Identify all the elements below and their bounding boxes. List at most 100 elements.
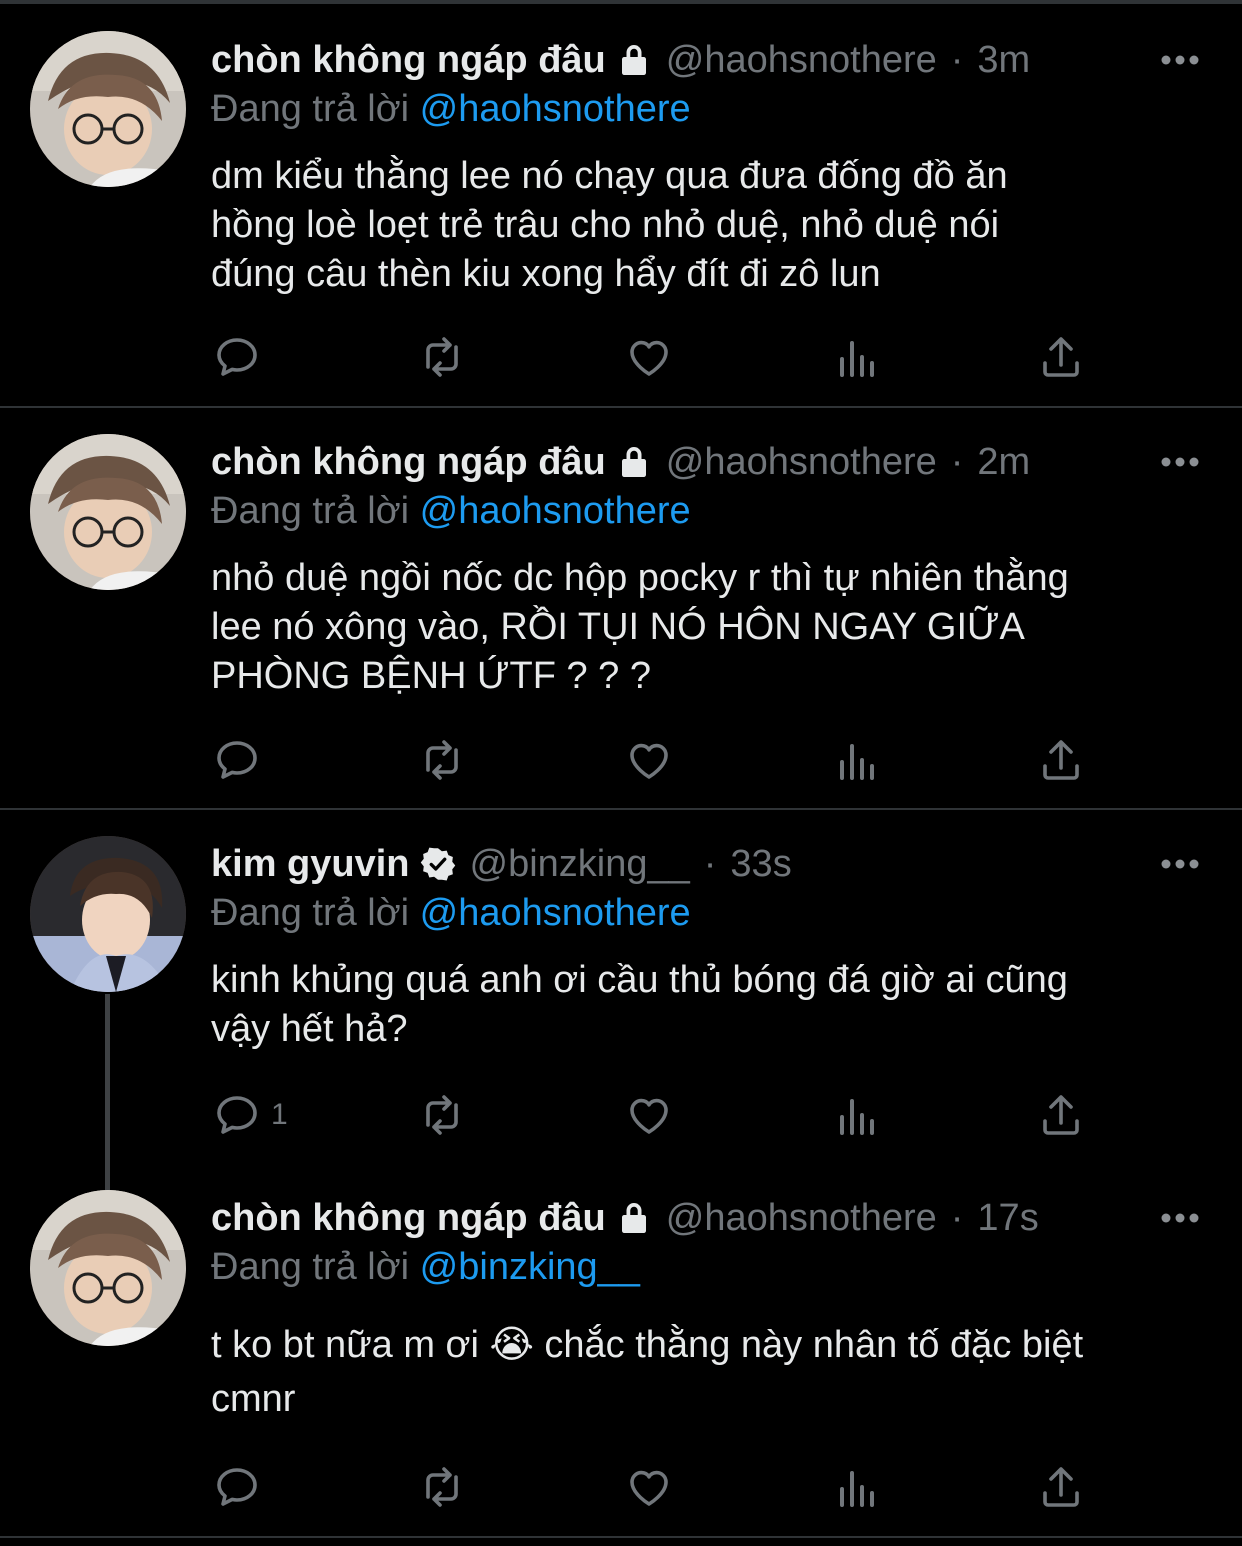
replying-to: Đang trả lời @binzking__: [211, 1246, 640, 1289]
more-button[interactable]: [1158, 35, 1202, 85]
heart-icon: [630, 1470, 668, 1506]
reply-button[interactable]: [213, 733, 261, 787]
replying-prefix: Đang trả lời: [211, 88, 410, 130]
tweet-2[interactable]: chòn không ngáp đâu @haohsnothere · 2m Đ…: [0, 408, 1242, 810]
tweet-text: dm kiểu thằng lee nó chạy qua đưa đống đ…: [211, 152, 1211, 299]
like-button[interactable]: [625, 1460, 673, 1514]
more-button[interactable]: [1158, 839, 1202, 889]
avatar[interactable]: [30, 31, 186, 187]
retweet-button[interactable]: [418, 1088, 466, 1142]
analytics-icon: [840, 1099, 874, 1135]
user-handle[interactable]: @haohsnothere: [666, 1197, 937, 1240]
like-button[interactable]: [625, 733, 673, 787]
retweet-icon: [426, 337, 458, 377]
avatar[interactable]: [30, 836, 186, 992]
analytics-icon: [840, 1471, 874, 1507]
like-button[interactable]: [625, 1088, 673, 1142]
retweet-button[interactable]: [418, 330, 466, 384]
tweet-divider: [0, 1536, 1242, 1538]
lock-icon: [614, 442, 654, 482]
more-icon: [1161, 457, 1199, 467]
analytics-button[interactable]: [832, 1088, 880, 1142]
user-handle[interactable]: @binzking__: [470, 843, 690, 886]
analytics-button[interactable]: [832, 733, 880, 787]
replying-to: Đang trả lời @haohsnothere: [211, 892, 691, 935]
tweet-3[interactable]: kim gyuvin @binzking__ · 33s Đang trả lờ…: [0, 810, 1242, 1180]
avatar[interactable]: [30, 434, 186, 590]
analytics-button[interactable]: [832, 330, 880, 384]
reply-button[interactable]: [213, 330, 261, 384]
tweet-text-line: đúng câu thèn kiu xong hẩy đít đi zô lun: [211, 253, 881, 295]
reply-icon: [217, 741, 257, 779]
like-button[interactable]: [625, 330, 673, 384]
display-name[interactable]: kim gyuvin: [211, 843, 410, 886]
avatar-photo-icon: [30, 1190, 186, 1346]
dot-separator: ·: [950, 1196, 964, 1239]
retweet-button[interactable]: [418, 733, 466, 787]
reply-button[interactable]: [213, 1460, 261, 1514]
replying-prefix: Đang trả lời: [211, 1246, 410, 1288]
dot-separator: ·: [950, 440, 964, 483]
retweet-icon: [426, 740, 458, 780]
tweet-text-line: lee nó xông vào, RỒI TỤI NÓ HÔN NGAY GIỮ…: [211, 606, 1025, 648]
analytics-icon: [840, 341, 874, 377]
tweet-text-line: nhỏ duệ ngồi nốc dc hộp pocky r thì tự n…: [211, 557, 1069, 599]
avatar-photo-icon: [30, 434, 186, 590]
more-icon: [1161, 55, 1199, 65]
tweet-4[interactable]: chòn không ngáp đâu @haohsnothere · 17s …: [0, 1180, 1242, 1536]
share-button[interactable]: [1037, 1460, 1085, 1514]
share-button[interactable]: [1037, 1088, 1085, 1142]
mention-link[interactable]: @haohsnothere: [420, 490, 691, 532]
tweet-text-line: cmnr: [211, 1378, 296, 1420]
avatar-photo-icon: [30, 836, 186, 992]
replying-prefix: Đang trả lời: [211, 490, 410, 532]
avatar[interactable]: [30, 1190, 186, 1346]
timestamp[interactable]: 33s: [730, 843, 791, 886]
analytics-button[interactable]: [832, 1460, 880, 1514]
reply-icon: [217, 1468, 257, 1506]
tweet-text-line: vậy hết hả?: [211, 1008, 408, 1050]
share-button[interactable]: [1037, 330, 1085, 384]
tweet-text-line: kinh khủng quá anh ơi cầu thủ bóng đá gi…: [211, 959, 1068, 1001]
tweet-text-line: PHÒNG BỆNH ỨTF ? ? ?: [211, 655, 651, 697]
reply-button[interactable]: 1: [213, 1088, 288, 1142]
tweet-header: kim gyuvin @binzking__ · 33s: [211, 839, 792, 889]
timestamp[interactable]: 17s: [977, 1197, 1038, 1240]
timestamp[interactable]: 3m: [977, 39, 1030, 82]
mention-link[interactable]: @binzking__: [420, 1246, 640, 1288]
display-name[interactable]: chòn không ngáp đâu: [211, 39, 606, 82]
share-icon: [1043, 337, 1079, 377]
action-bar: [0, 733, 1242, 787]
avatar-photo-icon: [30, 31, 186, 187]
retweet-button[interactable]: [418, 1460, 466, 1514]
replying-to: Đang trả lời @haohsnothere: [211, 490, 691, 533]
share-button[interactable]: [1037, 733, 1085, 787]
user-handle[interactable]: @haohsnothere: [666, 39, 937, 82]
retweet-icon: [426, 1095, 458, 1135]
action-bar: [0, 1460, 1242, 1514]
tweet-text-line: dm kiểu thằng lee nó chạy qua đưa đống đ…: [211, 155, 1008, 197]
tweet-text: kinh khủng quá anh ơi cầu thủ bóng đá gi…: [211, 956, 1211, 1054]
tweet-1[interactable]: chòn không ngáp đâu @haohsnothere · 3m Đ…: [0, 0, 1242, 408]
share-icon: [1043, 1095, 1079, 1135]
replying-prefix: Đang trả lời: [211, 892, 410, 934]
tweet-header: chòn không ngáp đâu @haohsnothere · 17s: [211, 1193, 1039, 1243]
dot-separator: ·: [950, 38, 964, 81]
more-icon: [1161, 1213, 1199, 1223]
heart-icon: [630, 743, 668, 779]
analytics-icon: [840, 744, 874, 780]
user-handle[interactable]: @haohsnothere: [666, 441, 937, 484]
action-bar: 1: [0, 1088, 1242, 1142]
mention-link[interactable]: @haohsnothere: [420, 892, 691, 934]
tweet-header: chòn không ngáp đâu @haohsnothere · 3m: [211, 35, 1030, 85]
display-name[interactable]: chòn không ngáp đâu: [211, 1197, 606, 1240]
timestamp[interactable]: 2m: [977, 441, 1030, 484]
tweet-text-line: t ko bt nữa m ơi 😭 chắc thằng này nhân t…: [211, 1324, 1084, 1366]
more-button[interactable]: [1158, 1193, 1202, 1243]
display-name[interactable]: chòn không ngáp đâu: [211, 441, 606, 484]
share-icon: [1043, 1467, 1079, 1507]
reply-count: 1: [271, 1098, 288, 1131]
mention-link[interactable]: @haohsnothere: [420, 88, 691, 130]
tweet-text-line: hồng loè loẹt trẻ trâu cho nhỏ duệ, nhỏ …: [211, 204, 1000, 246]
more-button[interactable]: [1158, 437, 1202, 487]
